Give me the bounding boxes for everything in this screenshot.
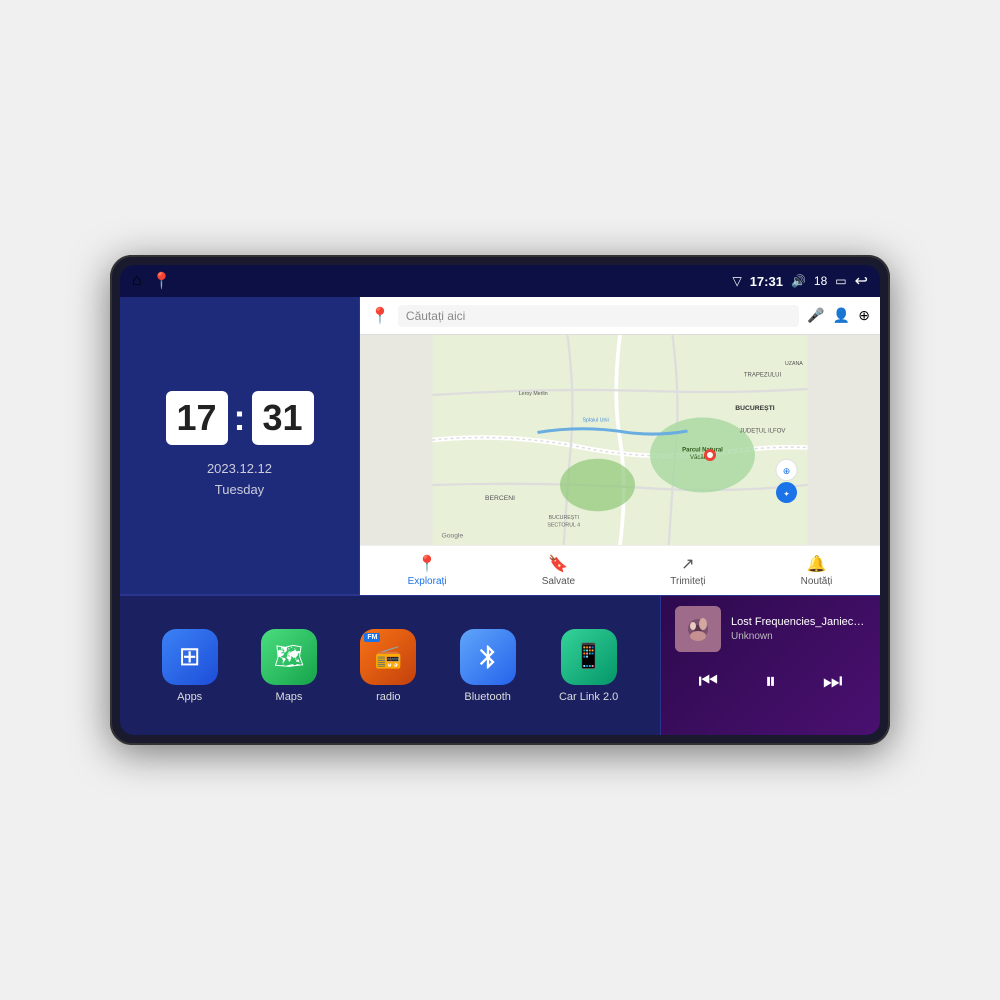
music-section: Lost Frequencies_Janieck Devy-... Unknow… bbox=[660, 596, 880, 735]
map-footer-saved[interactable]: 🔖 Salvate bbox=[542, 554, 575, 587]
maps-icon: 🗺 bbox=[274, 642, 304, 671]
apps-icon-bg: ⊞ bbox=[162, 629, 218, 685]
svg-text:Google: Google bbox=[442, 533, 464, 540]
play-pause-button[interactable]: ⏸ bbox=[755, 664, 786, 698]
explore-label: Explorați bbox=[408, 576, 447, 587]
clock-hours: 17 bbox=[166, 391, 228, 445]
carlink-icon-bg: 📱 bbox=[561, 629, 617, 685]
share-label: Trimiteți bbox=[670, 576, 705, 587]
svg-text:SECTORUL 4: SECTORUL 4 bbox=[547, 522, 580, 528]
back-icon[interactable]: ↩ bbox=[855, 271, 868, 291]
saved-label: Salvate bbox=[542, 576, 575, 587]
music-thumbnail bbox=[675, 606, 721, 652]
status-bar: ⌂ 📍 ▽ 17:31 🔊 18 ▭ ↩ bbox=[120, 265, 880, 297]
map-header: 📍 Căutați aici 🎤 👤 ⊕ bbox=[360, 297, 880, 335]
app-icon-bluetooth[interactable]: Bluetooth bbox=[460, 629, 516, 703]
news-icon: 🔔 bbox=[807, 554, 827, 574]
top-row: 17 : 31 2023.12.12 Tuesday 📍 Căutați aic bbox=[120, 297, 880, 595]
volume-icon: 🔊 bbox=[791, 274, 806, 288]
prev-button[interactable]: ⏮ bbox=[688, 664, 728, 698]
search-text: Căutați aici bbox=[406, 309, 465, 323]
apps-section: ⊞ Apps 🗺 Maps 📻 FM bbox=[120, 596, 660, 735]
svg-text:✦: ✦ bbox=[783, 489, 790, 498]
radio-label: radio bbox=[376, 691, 400, 703]
status-right: ▽ 17:31 🔊 18 ▭ ↩ bbox=[732, 271, 868, 291]
clock-date: 2023.12.12 Tuesday bbox=[207, 459, 272, 501]
account-icon[interactable]: 👤 bbox=[833, 307, 850, 324]
next-button[interactable]: ⏭ bbox=[813, 664, 853, 698]
svg-text:Splaiul Unii: Splaiul Unii bbox=[583, 417, 609, 423]
bottom-row: ⊞ Apps 🗺 Maps 📻 FM bbox=[120, 595, 880, 735]
map-footer: 📍 Explorați 🔖 Salvate ↗ Trimiteți 🔔 bbox=[360, 545, 880, 595]
svg-text:BERCENI: BERCENI bbox=[485, 495, 515, 502]
explore-icon: 📍 bbox=[417, 554, 437, 574]
map-footer-news[interactable]: 🔔 Noutăți bbox=[801, 554, 833, 587]
svg-text:TRAPEZULUI: TRAPEZULUI bbox=[744, 372, 782, 378]
music-controls: ⏮ ⏸ ⏭ bbox=[675, 664, 866, 698]
app-icon-apps[interactable]: ⊞ Apps bbox=[162, 629, 218, 703]
map-footer-explore[interactable]: 📍 Explorați bbox=[408, 554, 447, 587]
clock-minutes: 31 bbox=[252, 391, 314, 445]
bluetooth-label: Bluetooth bbox=[464, 691, 510, 703]
svg-text:UZANA: UZANA bbox=[785, 361, 803, 367]
music-info: Lost Frequencies_Janieck Devy-... Unknow… bbox=[731, 616, 866, 642]
radio-icon-bg: 📻 FM bbox=[360, 629, 416, 685]
bluetooth-icon bbox=[474, 643, 502, 671]
map-footer-share[interactable]: ↗ Trimiteți bbox=[670, 554, 705, 587]
svg-text:Parcul Natural: Parcul Natural bbox=[682, 447, 723, 453]
bluetooth-icon-bg bbox=[460, 629, 516, 685]
battery-icon: ▭ bbox=[835, 274, 846, 288]
radio-icon: 📻 bbox=[375, 644, 402, 670]
main-content: 17 : 31 2023.12.12 Tuesday 📍 Căutați aic bbox=[120, 297, 880, 735]
apps-label: Apps bbox=[177, 691, 202, 703]
apps-icon: ⊞ bbox=[179, 641, 201, 672]
mic-icon[interactable]: 🎤 bbox=[807, 307, 824, 324]
maps-icon-bg: 🗺 bbox=[261, 629, 317, 685]
clock-colon: : bbox=[234, 400, 246, 436]
maps-nav-icon[interactable]: 📍 bbox=[152, 271, 172, 291]
news-label: Noutăți bbox=[801, 576, 833, 587]
share-icon: ↗ bbox=[681, 554, 694, 574]
map-pin-icon: 📍 bbox=[370, 306, 390, 326]
layers-icon[interactable]: ⊕ bbox=[858, 307, 870, 324]
music-title: Lost Frequencies_Janieck Devy-... bbox=[731, 616, 866, 628]
music-top: Lost Frequencies_Janieck Devy-... Unknow… bbox=[675, 606, 866, 652]
saved-icon: 🔖 bbox=[548, 554, 568, 574]
map-search-bar[interactable]: Căutați aici bbox=[398, 305, 799, 327]
status-left: ⌂ 📍 bbox=[132, 271, 172, 291]
album-art bbox=[675, 606, 721, 652]
app-icon-radio[interactable]: 📻 FM radio bbox=[360, 629, 416, 703]
map-body[interactable]: Parcul Natural Văcărești BUCUREȘTI JUDEȚ… bbox=[360, 335, 880, 545]
home-nav-icon[interactable]: ⌂ bbox=[132, 272, 142, 290]
app-icon-carlink[interactable]: 📱 Car Link 2.0 bbox=[559, 629, 618, 703]
carlink-label: Car Link 2.0 bbox=[559, 691, 618, 703]
maps-label: Maps bbox=[276, 691, 303, 703]
music-artist: Unknown bbox=[731, 631, 866, 642]
device-frame: ⌂ 📍 ▽ 17:31 🔊 18 ▭ ↩ 17 : bbox=[110, 255, 890, 745]
svg-text:Leroy Merlin: Leroy Merlin bbox=[519, 391, 548, 397]
device-screen: ⌂ 📍 ▽ 17:31 🔊 18 ▭ ↩ 17 : bbox=[120, 265, 880, 735]
carlink-icon: 📱 bbox=[574, 642, 604, 671]
map-widget[interactable]: 📍 Căutați aici 🎤 👤 ⊕ bbox=[360, 297, 880, 595]
svg-text:⊕: ⊕ bbox=[783, 466, 791, 476]
svg-text:JUDEȚUL ILFOV: JUDEȚUL ILFOV bbox=[740, 429, 786, 435]
clock-display: 17 : 31 bbox=[166, 391, 314, 445]
clock-widget: 17 : 31 2023.12.12 Tuesday bbox=[120, 297, 360, 595]
svg-text:BUCUREȘTI: BUCUREȘTI bbox=[735, 405, 775, 412]
time-display: 17:31 bbox=[750, 274, 783, 289]
battery-level: 18 bbox=[814, 274, 827, 288]
app-icon-maps[interactable]: 🗺 Maps bbox=[261, 629, 317, 703]
signal-icon: ▽ bbox=[732, 274, 741, 288]
map-header-icons: 🎤 👤 ⊕ bbox=[807, 307, 870, 324]
svg-text:BUCUREȘTI: BUCUREȘTI bbox=[549, 515, 579, 521]
